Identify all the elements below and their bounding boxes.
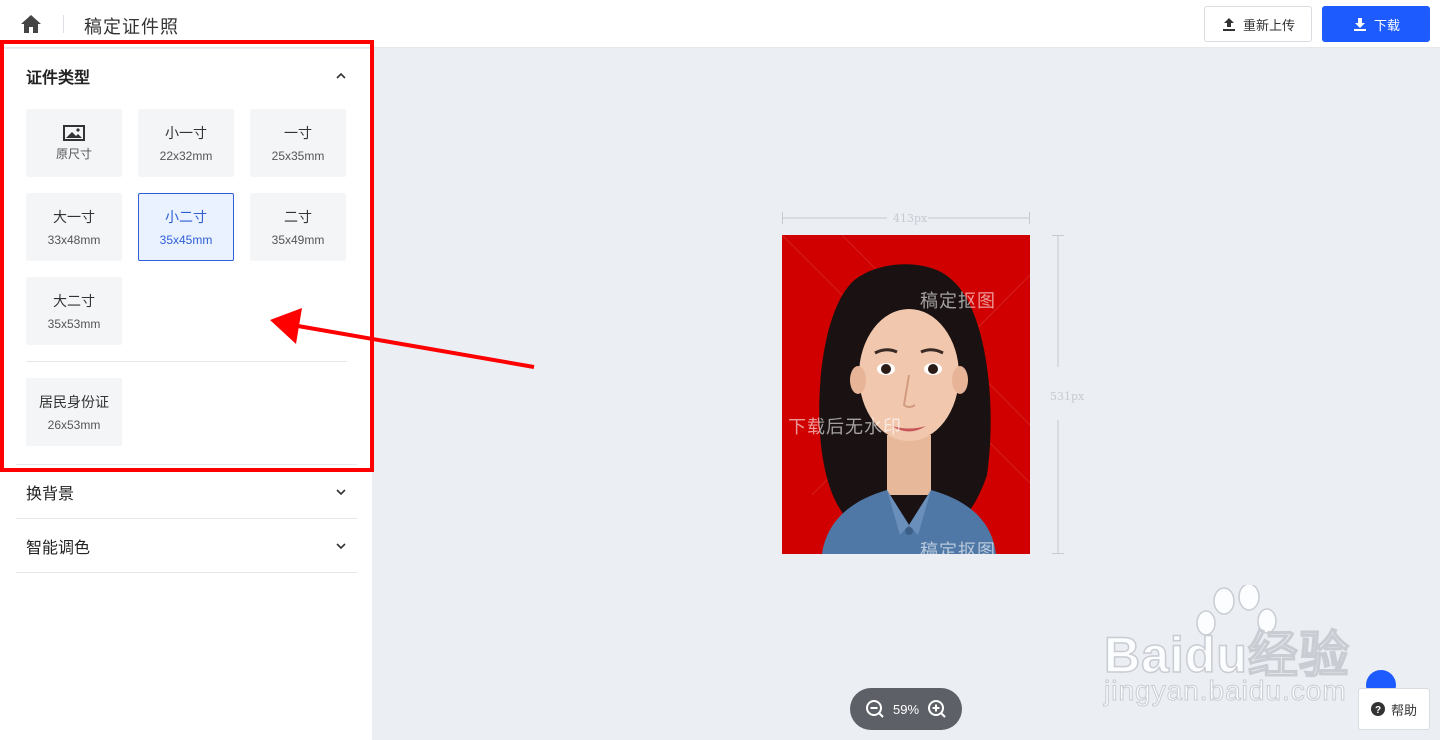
top-bar: 稿定证件照 重新上传 下载 — [0, 0, 1440, 48]
tile-name: 居民身份证 — [39, 394, 109, 410]
tile-name: 大一寸 — [53, 209, 95, 225]
settings-sidebar: 证件类型 原尺寸 小一寸 22x32mm 一寸 25x35mm 大一寸 33x4… — [0, 49, 372, 740]
tile-size: 22x32mm — [159, 149, 213, 163]
tile-size: 25x35mm — [271, 149, 325, 163]
reupload-label: 重新上传 — [1242, 17, 1295, 33]
tile-small-1-inch[interactable]: 小一寸 22x32mm — [138, 109, 234, 177]
tile-1-inch[interactable]: 一寸 25x35mm — [250, 109, 346, 177]
section-smart-color-label: 智能调色 — [26, 539, 91, 557]
tile-size: 35x45mm — [159, 233, 213, 247]
portrait-image — [782, 235, 1030, 554]
tile-original-size[interactable]: 原尺寸 — [26, 109, 122, 177]
zoom-control: 59% — [850, 688, 962, 730]
zoom-out-icon[interactable] — [865, 699, 885, 719]
tile-size: 原尺寸 — [55, 146, 92, 161]
download-icon — [1353, 18, 1366, 31]
height-label: 531px — [1050, 390, 1085, 403]
chevron-up-icon — [336, 72, 346, 79]
tile-2-inch[interactable]: 二寸 35x49mm — [250, 193, 346, 261]
help-button[interactable]: ? 帮助 — [1358, 688, 1430, 730]
zoom-in-icon[interactable] — [927, 699, 947, 719]
tile-size: 26x53mm — [47, 418, 101, 432]
tile-large-2-inch[interactable]: 大二寸 35x53mm — [26, 277, 122, 345]
home-icon[interactable] — [18, 12, 44, 36]
baidu-url: jingyan.baidu.com — [1104, 675, 1347, 707]
tile-size: 35x53mm — [47, 317, 101, 331]
tile-name: 大二寸 — [53, 293, 95, 309]
tile-id-card[interactable]: 居民身份证 26x53mm — [26, 378, 122, 446]
reupload-button[interactable]: 重新上传 — [1204, 6, 1312, 42]
question-icon: ? — [1370, 702, 1385, 716]
section-id-type[interactable]: 证件类型 — [16, 49, 357, 103]
section-background[interactable]: 换背景 — [16, 465, 357, 519]
tile-name: 二寸 — [284, 209, 312, 225]
image-icon — [63, 124, 85, 141]
chevron-down-icon — [336, 488, 346, 495]
section-background-label: 换背景 — [26, 485, 75, 503]
tile-name: 一寸 — [284, 125, 312, 141]
tile-name: 小二寸 — [165, 209, 207, 225]
section-id-type-label: 证件类型 — [26, 70, 91, 87]
header-divider — [63, 15, 64, 33]
app-title: 稿定证件照 — [84, 17, 179, 37]
section-smart-color[interactable]: 智能调色 — [16, 519, 357, 573]
tile-size: 33x48mm — [47, 233, 101, 247]
width-label: 413px — [893, 212, 928, 225]
svg-text:?: ? — [1375, 705, 1381, 716]
download-button[interactable]: 下载 — [1322, 6, 1430, 42]
zoom-level: 59% — [892, 701, 920, 717]
tile-name: 小一寸 — [165, 125, 207, 141]
tile-size: 35x49mm — [271, 233, 325, 247]
chevron-down-icon — [336, 542, 346, 549]
annotation-arrow — [270, 308, 535, 369]
help-label: 帮助 — [1390, 702, 1417, 718]
watermark-text: 稿定抠图 — [920, 541, 996, 554]
tile-large-1-inch[interactable]: 大一寸 33x48mm — [26, 193, 122, 261]
upload-icon — [1222, 18, 1235, 31]
download-label: 下载 — [1373, 17, 1400, 33]
id-photo-preview: 稿定抠图 下载后无水印 稿定抠图 — [782, 235, 1030, 554]
watermark-text: 下载后无水印 — [788, 417, 902, 437]
watermark-text: 稿定抠图 — [920, 291, 996, 311]
tile-small-2-inch[interactable]: 小二寸 35x45mm — [138, 193, 234, 261]
